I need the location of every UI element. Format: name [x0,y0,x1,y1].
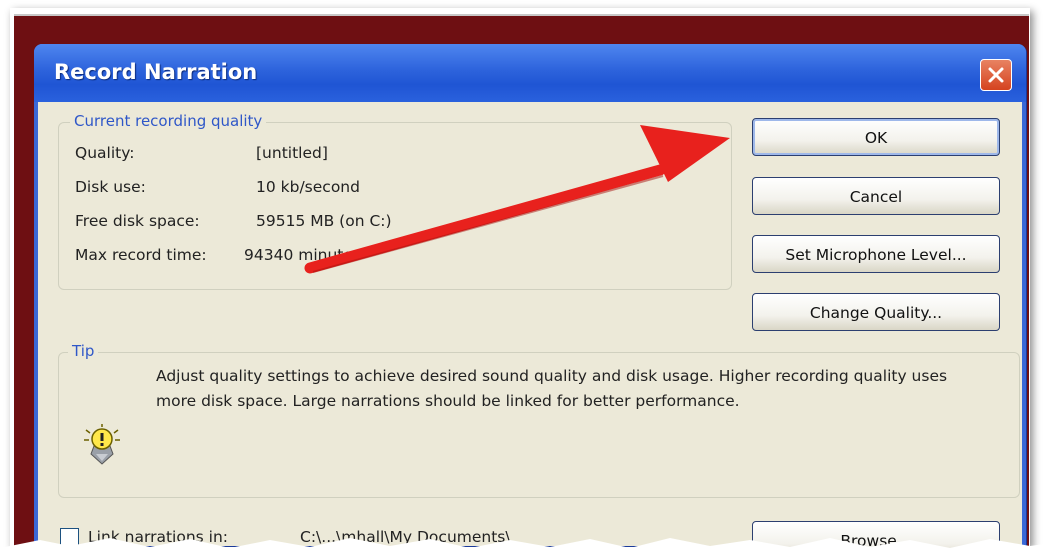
close-button[interactable] [980,59,1012,91]
close-icon [988,67,1004,83]
max-record-time-label: Max record time: [75,246,207,264]
torn-edge [0,538,1059,560]
change-quality-button[interactable]: Change Quality... [752,293,1000,331]
quality-label: Quality: [75,144,135,162]
tip-text: Adjust quality settings to achieve desir… [156,367,948,410]
dialog-body: Current recording quality Quality: [unti… [38,102,1022,559]
ok-button[interactable]: OK [752,118,1000,156]
dialog-title: Record Narration [54,60,258,84]
recording-quality-group [58,122,732,290]
disk-use-label: Disk use: [75,178,146,196]
recording-quality-legend: Current recording quality [70,112,267,130]
quality-value: [untitled] [256,144,328,162]
cancel-button[interactable]: Cancel [752,177,1000,215]
disk-use-value: 10 kb/second [256,178,360,196]
free-disk-space-label: Free disk space: [75,212,200,230]
set-microphone-level-button[interactable]: Set Microphone Level... [752,235,1000,273]
max-record-time-value: 94340 minutes [244,246,361,264]
lightbulb-icon [82,424,122,472]
title-bar[interactable]: Record Narration [34,44,1026,102]
free-disk-space-value: 59515 MB (on C:) [256,212,392,230]
tip-legend: Tip [68,342,99,360]
record-narration-dialog: Record Narration Current recording quali… [34,44,1026,559]
